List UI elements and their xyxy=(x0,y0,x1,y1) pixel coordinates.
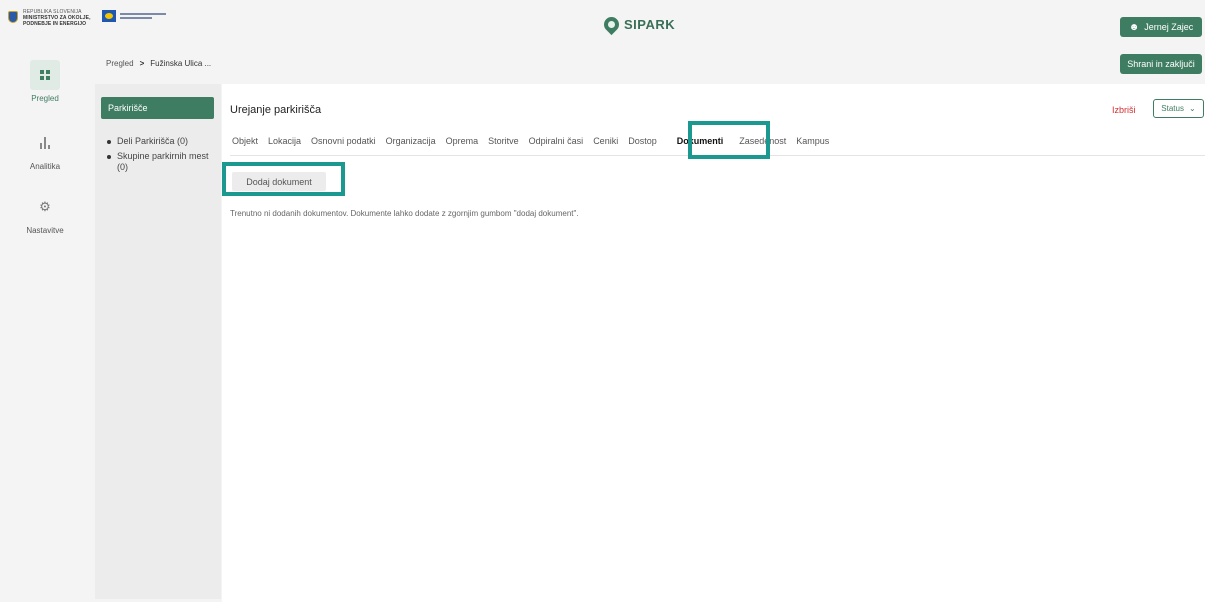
gear-icon: ⚙ xyxy=(39,199,51,214)
eu-flag-icon xyxy=(102,10,116,22)
dashboard-grid-icon xyxy=(40,70,50,80)
gov-logo-line-3: PODNEBJE IN ENERGIJO xyxy=(23,21,87,27)
highlight-dokumenti-tab xyxy=(688,121,770,159)
coat-of-arms-icon xyxy=(8,11,18,23)
page-title: Urejanje parkirišča xyxy=(230,104,322,116)
breadcrumb-root[interactable]: Pregled xyxy=(106,59,134,68)
brand-logo[interactable]: SIPARK xyxy=(600,13,676,36)
tab-dostop[interactable]: Dostop xyxy=(628,136,657,146)
nav-label-analitika: Analitika xyxy=(29,162,61,171)
tab-kampus[interactable]: Kampus xyxy=(796,136,829,146)
breadcrumb: Pregled > Fužinska Ulica ... xyxy=(106,59,211,68)
map-pin-icon xyxy=(600,13,623,36)
chevron-down-icon: ⌄ xyxy=(1188,104,1196,113)
delete-button[interactable]: Izbriši xyxy=(1112,105,1136,115)
nav-label-pregled: Pregled xyxy=(31,94,59,103)
bullet-icon xyxy=(107,140,111,144)
tree-item-parts[interactable]: Deli Parkirišča (0) xyxy=(107,136,217,147)
bar-chart-icon xyxy=(40,137,50,149)
tree-item-space-groups[interactable]: Skupine parkirnih mest (0) xyxy=(107,151,217,173)
tab-oprema[interactable]: Oprema xyxy=(446,136,479,146)
parking-tree-panel: Parkirišče Deli Parkirišča (0) Skupine p… xyxy=(95,84,221,599)
government-logo: REPUBLIKA SLOVENIJA MINISTRSTVO ZA OKOLJ… xyxy=(8,9,91,27)
user-icon: ☻ xyxy=(1128,21,1140,33)
user-name: Jernej Zajec xyxy=(1144,22,1194,32)
breadcrumb-separator: > xyxy=(139,59,145,68)
highlight-add-document xyxy=(222,162,345,196)
breadcrumb-current: Fužinska Ulica ... xyxy=(150,59,212,68)
parking-tree-list: Deli Parkirišča (0) Skupine parkirnih me… xyxy=(107,136,217,177)
tab-objekt[interactable]: Objekt xyxy=(232,136,258,146)
status-dropdown[interactable]: Status ⌄ xyxy=(1153,99,1204,118)
nav-item-nastavitve[interactable]: ⚙ Nastavitve xyxy=(0,192,90,235)
parking-lot-node[interactable]: Parkirišče xyxy=(101,97,214,119)
empty-state-message: Trenutno ni dodanih dokumentov. Dokument… xyxy=(230,209,579,218)
tab-organizacija[interactable]: Organizacija xyxy=(386,136,436,146)
user-menu-button[interactable]: ☻ Jernej Zajec xyxy=(1120,17,1202,37)
main-content: Urejanje parkirišča Izbriši Status ⌄ Obj… xyxy=(222,84,1205,602)
eu-funding-logo xyxy=(102,10,166,22)
save-and-close-button[interactable]: Shrani in zaključi xyxy=(1120,54,1202,74)
main-navigation: Pregled Analitika ⚙ Nastavitve xyxy=(0,42,90,602)
nav-item-analitika[interactable]: Analitika xyxy=(0,128,90,171)
tab-osnovni-podatki[interactable]: Osnovni podatki xyxy=(311,136,376,146)
tab-storitve[interactable]: Storitve xyxy=(488,136,519,146)
tab-odpiralni-casi[interactable]: Odpiralni časi xyxy=(529,136,584,146)
bullet-icon xyxy=(107,155,111,159)
nav-label-nastavitve: Nastavitve xyxy=(26,226,64,235)
tab-ceniki[interactable]: Ceniki xyxy=(593,136,618,146)
top-bar: REPUBLIKA SLOVENIJA MINISTRSTVO ZA OKOLJ… xyxy=(0,0,1205,42)
tab-lokacija[interactable]: Lokacija xyxy=(268,136,301,146)
status-label: Status xyxy=(1161,104,1184,113)
brand-name: SIPARK xyxy=(624,17,676,32)
nav-item-pregled[interactable]: Pregled xyxy=(0,60,90,103)
